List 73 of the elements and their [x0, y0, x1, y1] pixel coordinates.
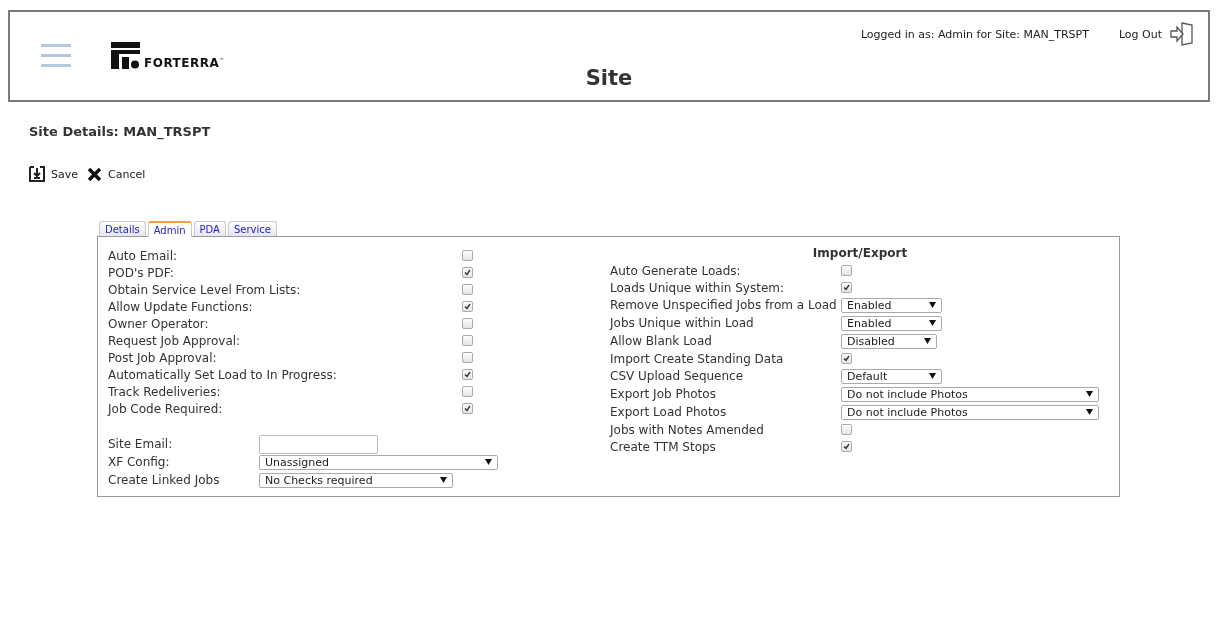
section-heading: Site Details: MAN_TRSPT	[29, 124, 212, 139]
checkbox[interactable]	[841, 424, 852, 435]
option-label: Auto Generate Loads:	[610, 263, 742, 278]
dropdown[interactable]: No Checks required	[259, 472, 453, 488]
close-icon	[87, 166, 102, 182]
option-label: CSV Upload Sequence	[610, 369, 745, 383]
option-label: Remove Unspecified Jobs from a Load	[610, 298, 838, 312]
action-button[interactable]: Cancel	[87, 166, 146, 182]
checkbox[interactable]	[462, 352, 473, 363]
option-label: Allow Update Functions:	[108, 299, 254, 314]
page-title: Site	[585, 66, 633, 90]
checkbox[interactable]	[462, 267, 473, 278]
checkbox[interactable]	[462, 284, 473, 295]
option-label: Allow Blank Load	[610, 334, 713, 348]
option-label: Import Create Standing Data	[610, 351, 785, 366]
checkbox[interactable]	[462, 386, 473, 397]
email-input[interactable]	[259, 434, 378, 454]
tab[interactable]: Details	[99, 221, 146, 236]
checkbox[interactable]	[841, 265, 852, 276]
option-label: POD's PDF:	[108, 265, 175, 280]
tab[interactable]: Admin	[147, 221, 192, 237]
option-label: Automatically Set Load to In Progress:	[108, 367, 338, 382]
dropdown[interactable]: Default	[841, 368, 942, 384]
option-label: Loads Unique within System:	[610, 280, 785, 295]
caret-icon	[440, 477, 447, 483]
field-label: Create Linked Jobs	[108, 473, 221, 487]
checkbox[interactable]	[841, 441, 852, 452]
field-label: Site Email:	[108, 437, 174, 451]
checkbox[interactable]	[841, 282, 852, 293]
action-button[interactable]: Save	[29, 166, 78, 182]
save-icon	[29, 166, 45, 182]
caret-icon	[929, 320, 936, 326]
caret-icon	[929, 302, 936, 308]
dropdown[interactable]: Unassigned	[259, 454, 498, 470]
dropdown[interactable]: Enabled	[841, 315, 942, 331]
option-label: Create TTM Stops	[610, 439, 717, 454]
checkbox[interactable]	[462, 301, 473, 312]
logout-icon	[1170, 21, 1196, 47]
dropdown[interactable]: Disabled	[841, 333, 937, 349]
dropdown[interactable]: Do not include Photos	[841, 404, 1099, 420]
option-label: Owner Operator:	[108, 316, 210, 331]
dropdown[interactable]: Do not include Photos	[841, 386, 1099, 402]
checkbox[interactable]	[462, 403, 473, 414]
option-label: Request Job Approval:	[108, 333, 242, 348]
caret-icon	[1086, 391, 1093, 397]
caret-icon	[929, 373, 936, 379]
menu-icon[interactable]	[41, 44, 71, 67]
checkbox[interactable]	[841, 353, 852, 364]
option-label: Job Code Required:	[108, 401, 224, 416]
caret-icon	[485, 459, 492, 465]
field-label: XF Config:	[108, 455, 171, 469]
tab[interactable]: PDA	[193, 221, 226, 236]
option-label: Auto Email:	[108, 248, 178, 263]
option-label: Track Redeliveries:	[108, 384, 222, 399]
tab[interactable]: Service	[227, 221, 277, 236]
checkbox[interactable]	[462, 318, 473, 329]
caret-icon	[1086, 409, 1093, 415]
option-label: Obtain Service Level From Lists:	[108, 282, 302, 297]
checkbox[interactable]	[462, 250, 473, 261]
section-title: Import/Export	[811, 246, 909, 262]
caret-icon	[924, 338, 931, 344]
checkbox[interactable]	[462, 369, 473, 380]
checkbox[interactable]	[462, 335, 473, 346]
option-label: Export Load Photos	[610, 405, 728, 419]
brand-name: FORTERRA$^{™}$	[144, 57, 225, 69]
logout-link[interactable]: Log Out	[1118, 21, 1196, 47]
dropdown[interactable]: Enabled	[841, 297, 942, 313]
option-label: Jobs with Notes Amended	[610, 422, 765, 437]
option-label: Export Job Photos	[610, 387, 717, 401]
option-label: Jobs Unique within Load	[610, 316, 755, 330]
option-label: Post Job Approval:	[108, 350, 218, 365]
logo-icon	[111, 42, 140, 69]
login-info: Logged in as: Admin for Site: MAN_TRSPT	[860, 27, 1089, 41]
